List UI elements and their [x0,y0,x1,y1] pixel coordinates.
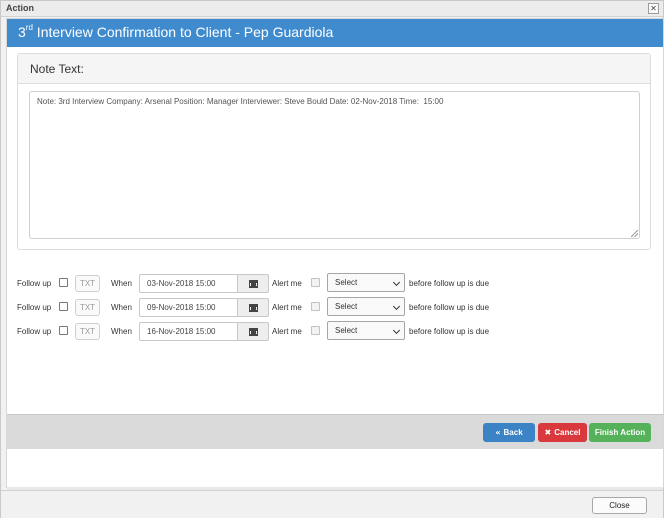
alert-me-checkbox[interactable] [311,326,320,335]
follow-up-date-input[interactable]: 09-Nov-2018 15:00 [139,298,238,317]
dialog-content: 3rd Interview Confirmation to Client - P… [6,18,664,490]
header-bar: 3rd Interview Confirmation to Client - P… [7,19,663,47]
when-label: When [111,303,132,312]
txt-toggle-button[interactable]: TXT [75,299,100,316]
follow-up-date-input[interactable]: 03-Nov-2018 15:00 [139,274,238,293]
note-panel-header: Note Text: [18,54,650,84]
calendar-icon [249,280,258,288]
calendar-button[interactable] [237,298,269,317]
alert-time-select[interactable]: Select [327,321,405,340]
note-panel-title: Note Text: [30,62,84,76]
page-title-ordinal: 3 [18,24,26,40]
dialog-close-icon[interactable]: ✕ [648,3,659,14]
before-due-label: before follow up is due [409,303,490,312]
alert-time-select-value: Select [335,278,358,287]
dialog-title: Action [6,3,34,13]
finish-action-button[interactable]: Finish Action [589,423,651,442]
follow-up-checkbox[interactable] [59,302,68,311]
alert-time-select[interactable]: Select [327,273,405,292]
alert-time-select-value: Select [335,326,358,335]
follow-up-checkbox[interactable] [59,326,68,335]
chevron-down-icon [392,302,401,311]
page-title-text: Interview Confirmation to Client - Pep G… [32,24,334,40]
txt-toggle-button[interactable]: TXT [75,275,100,292]
close-button[interactable]: Close [592,497,647,514]
when-label: When [111,279,132,288]
before-due-label: before follow up is due [409,327,490,336]
cancel-button[interactable]: ✖ Cancel [538,423,587,442]
when-label: When [111,327,132,336]
dialog-titlebar: Action ✕ [1,1,663,17]
resize-grip-icon[interactable] [631,230,638,237]
follow-up-row: Follow up TXT When 09-Nov-2018 15:00 Ale… [17,297,657,317]
follow-up-label: Follow up [17,279,52,288]
chevron-down-icon [392,326,401,335]
txt-toggle-button[interactable]: TXT [75,323,100,340]
double-chevron-left-icon: « [495,428,501,437]
alert-me-label: Alert me [272,327,302,336]
page-title: 3rd Interview Confirmation to Client - P… [18,23,334,40]
action-bar: «Back ✖ Cancel Finish Action [7,414,663,449]
page-title-ordinal-suffix: rd [25,23,33,33]
alert-me-checkbox[interactable] [311,302,320,311]
follow-up-label: Follow up [17,327,52,336]
back-button-label: Back [503,428,523,437]
back-button[interactable]: «Back [483,423,535,442]
close-icon: ✖ [544,428,552,437]
calendar-icon [249,328,258,336]
alert-me-label: Alert me [272,279,302,288]
alert-me-label: Alert me [272,303,302,312]
alert-time-select-value: Select [335,302,358,311]
action-dialog: Action ✕ 3rd Interview Confirmation to C… [0,0,664,518]
note-textarea[interactable]: Note: 3rd Interview Company: Arsenal Pos… [29,91,640,239]
note-text: Note: 3rd Interview Company: Arsenal Pos… [37,97,444,106]
alert-time-select[interactable]: Select [327,297,405,316]
alert-me-checkbox[interactable] [311,278,320,287]
dialog-footer: Close [1,490,663,518]
chevron-down-icon [392,278,401,287]
follow-up-date-input[interactable]: 16-Nov-2018 15:00 [139,322,238,341]
note-panel: Note Text: Note: 3rd Interview Company: … [17,53,651,250]
follow-up-row: Follow up TXT When 03-Nov-2018 15:00 Ale… [17,273,657,293]
finish-action-button-label: Finish Action [594,428,646,437]
calendar-button[interactable] [237,274,269,293]
follow-up-checkbox[interactable] [59,278,68,287]
cancel-button-label: Cancel [554,428,581,437]
before-due-label: before follow up is due [409,279,490,288]
follow-up-label: Follow up [17,303,52,312]
calendar-icon [249,304,258,312]
follow-up-row: Follow up TXT When 16-Nov-2018 15:00 Ale… [17,321,657,341]
calendar-button[interactable] [237,322,269,341]
